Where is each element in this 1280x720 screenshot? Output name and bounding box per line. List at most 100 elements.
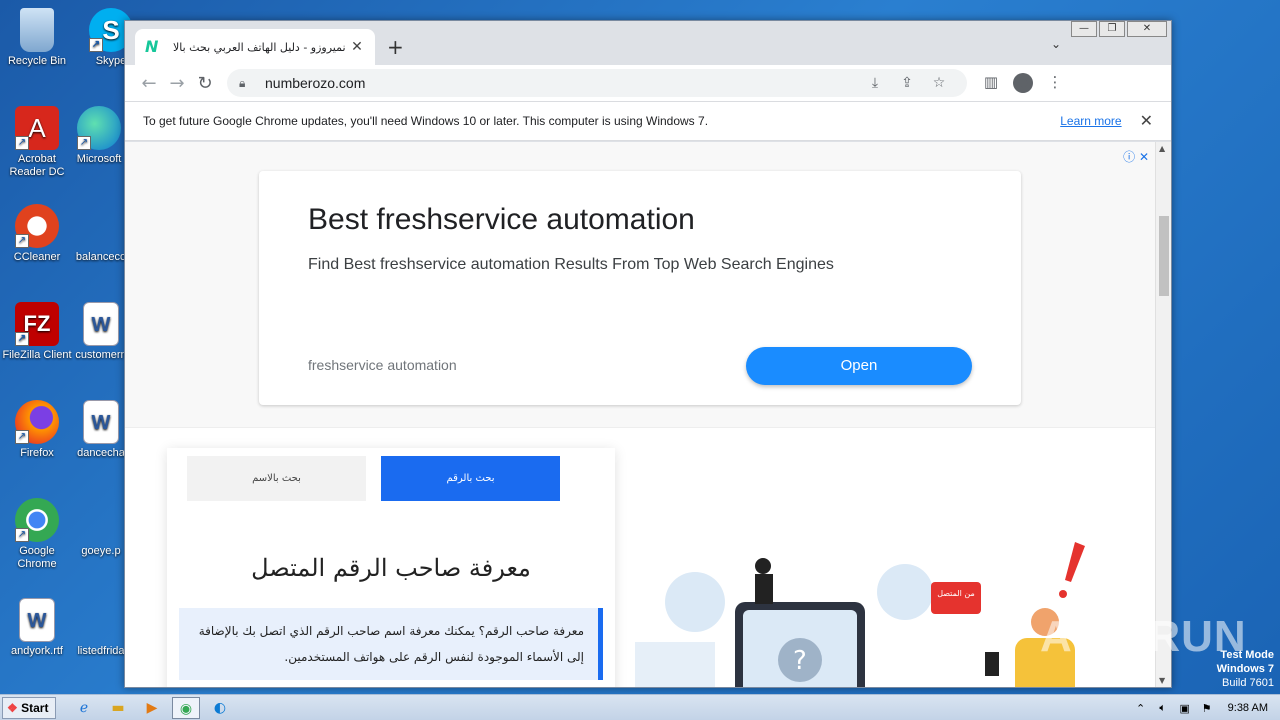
update-infobar: To get future Google Chrome updates, you… — [125, 101, 1171, 141]
page-content: ⓘ ✕ Best freshservice automation Find Be… — [125, 142, 1171, 687]
side-panel-icon[interactable]: ▥ — [975, 73, 1007, 93]
ad-title[interactable]: Best freshservice automation — [308, 203, 695, 237]
desktop-icon-filezilla[interactable]: FZ ↗ FileZilla Client — [2, 302, 72, 362]
taskbar-chrome-icon[interactable]: ◉ — [172, 696, 200, 719]
infobar-message: To get future Google Chrome updates, you… — [143, 114, 709, 128]
ccleaner-icon: ↗ — [15, 204, 59, 248]
desktop-icon-acrobat[interactable]: A ↗ Acrobat Reader DC — [2, 106, 72, 179]
exclamation-icon — [1065, 542, 1085, 582]
chrome-window: N نميروزو - دليل الهاتف العربي بحث بالا … — [124, 20, 1172, 688]
action-center-flag-icon[interactable]: ⚑ — [1196, 702, 1218, 715]
browser-toolbar: ← → ↻ 🔒︎ numberozo.com ⤓ ⇪ ☆ ▥ ● ⋮ — [125, 65, 1171, 101]
learn-more-link[interactable]: Learn more — [1060, 114, 1121, 128]
caller-badge-text: من المتصل — [937, 589, 975, 598]
word-document-icon: W — [19, 598, 55, 642]
numberozo-favicon-icon: N — [145, 37, 159, 56]
edge-icon: ↗ — [77, 106, 121, 150]
window-controls: — ❐ ✕ — [1071, 21, 1167, 37]
close-infobar-icon[interactable]: ✕ — [1140, 111, 1153, 131]
close-window-icon[interactable]: ✕ — [1127, 21, 1167, 37]
blank-file-icon — [79, 498, 123, 542]
close-tab-icon[interactable]: ✕ — [349, 39, 365, 55]
svg-text:?: ? — [793, 646, 807, 676]
filezilla-icon: FZ ↗ — [15, 302, 59, 346]
chrome-icon: ↗ — [15, 498, 59, 542]
bookmark-star-icon[interactable]: ☆ — [923, 75, 955, 91]
system-tray: ⌃ 🔈︎ ▣ ⚑ 9:38 AM — [1130, 695, 1280, 720]
desktop-icon-label: Acrobat Reader DC — [9, 153, 65, 178]
test-mode-line: Test Mode — [1220, 649, 1274, 661]
desktop-icon-label: Google Chrome — [17, 545, 57, 570]
ad-container: ⓘ ✕ Best freshservice automation Find Be… — [125, 142, 1155, 428]
ad-domain: freshservice automation — [308, 357, 457, 373]
info-box: معرفة صاحب الرقم؟ يمكنك معرفة اسم صاحب ا… — [179, 608, 603, 680]
user-avatar-icon — [877, 564, 933, 620]
taskbar-explorer-icon[interactable]: ▬ — [104, 697, 132, 719]
taskbar-media-player-icon[interactable]: ▶ — [138, 697, 166, 719]
url-text[interactable]: numberozo.com — [265, 75, 859, 91]
profile-avatar-icon[interactable]: ● — [1013, 73, 1033, 93]
browser-tab[interactable]: N نميروزو - دليل الهاتف العربي بحث بالا … — [135, 29, 375, 65]
search-card: بحث بالاسم بحث بالرقم معرفة صاحب الرقم ا… — [167, 448, 615, 687]
scrollbar-thumb[interactable] — [1159, 216, 1169, 296]
tab-strip: N نميروزو - دليل الهاتف العربي بحث بالا … — [125, 21, 1171, 65]
ad-description: Find Best freshservice automation Result… — [308, 256, 834, 273]
page-heading: معرفة صاحب الرقم المتصل — [251, 554, 531, 582]
acrobat-icon: A ↗ — [15, 106, 59, 150]
lock-icon[interactable]: 🔒︎ — [239, 76, 253, 91]
start-button[interactable]: ❖ Start — [2, 696, 56, 719]
ad-info-close-icon[interactable]: ⓘ ✕ — [1123, 148, 1149, 165]
desktop-icon-chrome[interactable]: ↗ Google Chrome — [2, 498, 72, 571]
user-avatar-icon — [665, 572, 725, 632]
desktop-icon-recycle-bin[interactable]: Recycle Bin — [2, 8, 72, 68]
desktop-icon-label: andyork.rtf — [11, 645, 63, 657]
menu-kebab-icon[interactable]: ⋮ — [1039, 73, 1071, 93]
minimize-icon[interactable]: — — [1071, 21, 1097, 37]
taskbar-ie-icon[interactable]: ℯ — [70, 697, 98, 719]
clock[interactable]: 9:38 AM — [1228, 702, 1268, 714]
volume-icon[interactable]: 🔈︎ — [1152, 702, 1174, 715]
test-mode-line: Windows 7 — [1216, 663, 1274, 675]
page-scrollbar[interactable]: ▲ ▼ — [1155, 142, 1171, 687]
network-icon[interactable]: ▣ — [1174, 702, 1196, 715]
show-hidden-icons-chevron-up-icon[interactable]: ⌃ — [1130, 702, 1152, 715]
blank-file-icon — [79, 204, 123, 248]
ad-open-button[interactable]: Open — [746, 347, 972, 385]
share-icon[interactable]: ⇪ — [891, 75, 923, 91]
address-bar[interactable]: 🔒︎ numberozo.com ⤓ ⇪ ☆ — [227, 69, 967, 97]
reload-icon[interactable]: ↻ — [191, 73, 219, 94]
desktop-icon-firefox[interactable]: ↗ Firefox — [2, 400, 72, 460]
search-by-number-button[interactable]: بحث بالرقم — [381, 456, 560, 501]
firefox-icon: ↗ — [15, 400, 59, 444]
test-mode-line: Build 7601 — [1222, 677, 1274, 689]
forward-arrow-icon[interactable]: → — [163, 73, 191, 94]
install-app-icon[interactable]: ⤓ — [859, 75, 891, 91]
ad-card[interactable]: Best freshservice automation Find Best f… — [259, 171, 1021, 405]
new-tab-icon[interactable]: + — [387, 35, 404, 59]
desktop-icon-ccleaner[interactable]: ↗ CCleaner — [2, 204, 72, 264]
caller-badge — [931, 582, 981, 614]
tab-search-chevron-down-icon[interactable]: ⌄ — [1051, 37, 1061, 51]
recycle-bin-icon — [20, 8, 54, 52]
scroll-up-icon[interactable]: ▲ — [1159, 144, 1165, 153]
blank-file-icon — [79, 598, 123, 642]
word-document-icon: W — [83, 400, 119, 444]
restore-icon[interactable]: ❐ — [1099, 21, 1125, 37]
phone-icon — [985, 652, 999, 676]
decorative-panel — [635, 642, 715, 687]
desktop-icon-andyork[interactable]: W andyork.rtf — [2, 598, 72, 658]
desktop-icon-label: FileZilla Client — [2, 349, 72, 361]
search-by-name-button[interactable]: بحث بالاسم — [187, 456, 366, 501]
person-icon — [755, 558, 771, 574]
desktop-icon-label: Recycle Bin — [7, 55, 67, 67]
desktop-icon-label: CCleaner — [13, 251, 61, 263]
tab-title: نميروزو - دليل الهاتف العربي بحث بالا — [173, 40, 346, 54]
taskbar: ❖ Start ℯ ▬ ▶ ◉ ◐ ⌃ 🔈︎ ▣ ⚑ 9:38 AM — [0, 694, 1280, 720]
taskbar-edge-icon[interactable]: ◐ — [206, 697, 234, 719]
start-label: Start — [21, 700, 49, 715]
word-document-icon: W — [83, 302, 119, 346]
scroll-down-icon[interactable]: ▼ — [1159, 676, 1165, 685]
back-arrow-icon[interactable]: ← — [135, 73, 163, 94]
desktop-icon-label: Firefox — [20, 447, 54, 459]
caller-illustration: ? من المتصل — [635, 542, 1085, 687]
